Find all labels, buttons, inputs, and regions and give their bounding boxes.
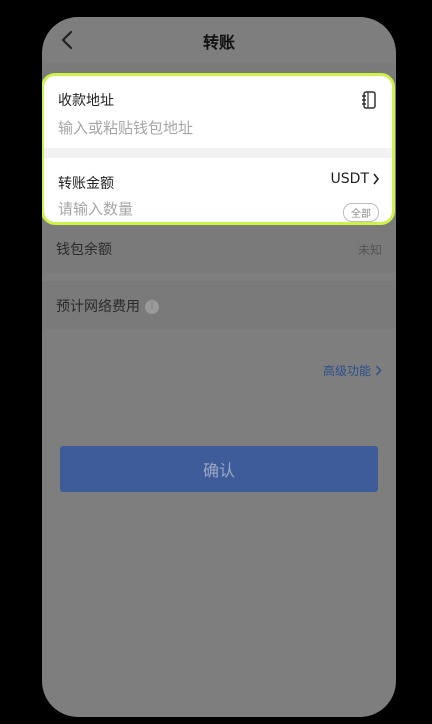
- transfer-input-card: 收款地址 输入或粘贴钱包地址 转账金额 USDT 请输入数量 全部: [42, 73, 395, 225]
- recipient-address-input[interactable]: 输入或粘贴钱包地址: [58, 117, 193, 138]
- token-selector[interactable]: USDT: [331, 171, 380, 187]
- fee-label-wrap: 预计网络费用 i: [56, 296, 382, 316]
- confirm-button[interactable]: 确认: [60, 446, 378, 492]
- balance-label: 钱包余额: [56, 242, 112, 258]
- advanced-features-link[interactable]: 高级功能: [323, 362, 382, 379]
- page-title: 转账: [202, 33, 235, 52]
- recipient-label: 收款地址: [58, 93, 114, 109]
- amount-input[interactable]: 请输入数量: [58, 198, 133, 219]
- card-divider: [44, 148, 392, 158]
- phone-screen: 转账 收款地址 输入或粘贴钱包地址 转账金额 USDT 请输入数量 全部 钱包余…: [42, 17, 396, 717]
- all-amount-button[interactable]: 全部: [343, 203, 379, 222]
- chevron-right-icon: [373, 173, 380, 185]
- balance-value: 未知: [357, 243, 382, 257]
- info-icon[interactable]: i: [145, 300, 159, 314]
- amount-label: 转账金额: [58, 176, 114, 192]
- navigation-bar: 转账: [42, 17, 396, 63]
- fee-label: 预计网络费用: [56, 299, 140, 315]
- advanced-label: 高级功能: [322, 364, 371, 378]
- chevron-right-icon: [375, 365, 382, 376]
- address-book-icon[interactable]: [361, 91, 377, 109]
- token-symbol: USDT: [330, 171, 369, 187]
